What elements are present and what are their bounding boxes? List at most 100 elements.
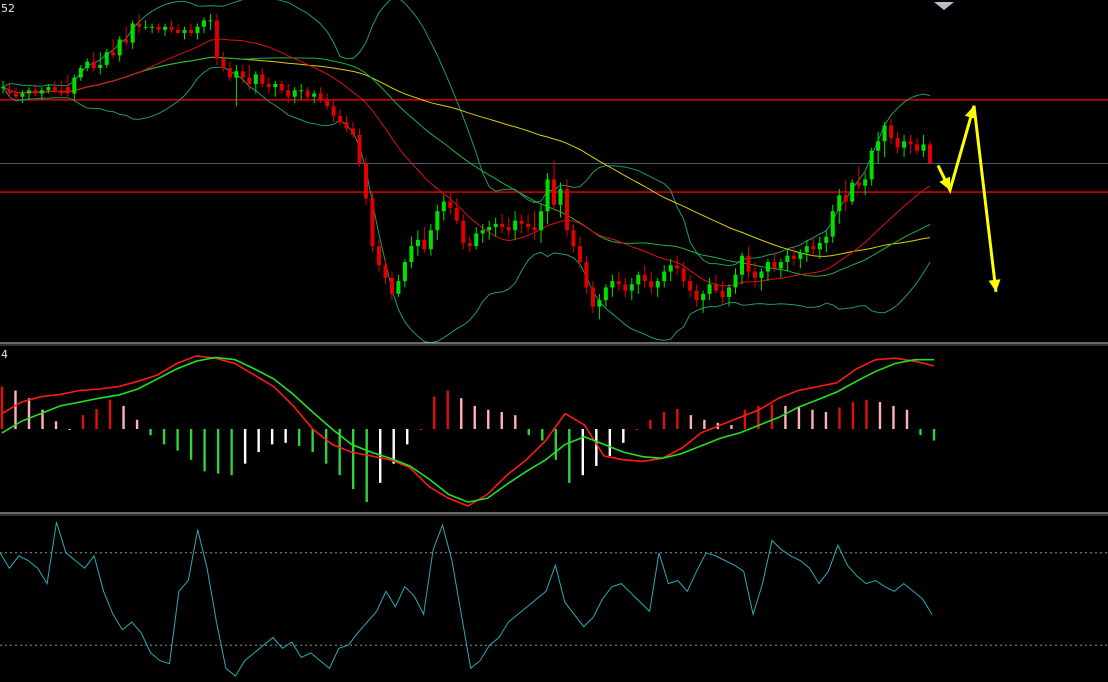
candle-body	[506, 227, 511, 231]
histogram-bar	[635, 429, 639, 430]
candle-body	[500, 223, 505, 228]
candle-body	[863, 179, 868, 186]
candle-body	[428, 230, 433, 250]
histogram-bar	[162, 429, 166, 445]
candle-body	[370, 198, 375, 247]
histogram-bar	[176, 429, 179, 451]
candle-body	[176, 29, 181, 34]
candle-body	[344, 122, 349, 129]
candle-body	[707, 284, 712, 294]
candle-body	[156, 26, 161, 30]
histogram-bar	[662, 412, 666, 429]
candle	[214, 14, 219, 65]
histogram-bar	[81, 415, 85, 429]
candle-body	[921, 144, 926, 151]
candle-body	[448, 201, 453, 208]
histogram-bar	[622, 429, 625, 443]
histogram-bar	[905, 409, 909, 429]
candle-body	[150, 26, 155, 28]
candle-body	[383, 265, 388, 278]
candle-body	[577, 246, 582, 263]
candle-body	[85, 61, 90, 69]
histogram-bar	[324, 429, 328, 464]
candle-body	[124, 39, 129, 43]
candle-body	[72, 77, 77, 94]
candle-body	[558, 188, 563, 205]
histogram-bar	[68, 429, 71, 430]
histogram-bar	[581, 429, 585, 476]
histogram-bar	[54, 421, 58, 429]
candle-body	[52, 87, 57, 91]
histogram-bar	[784, 405, 787, 429]
candle-body	[240, 71, 245, 78]
histogram-bar	[419, 429, 422, 430]
candle-body	[253, 74, 258, 84]
candle-body	[39, 90, 44, 94]
histogram-bar	[838, 407, 841, 429]
candle-body	[889, 125, 894, 139]
histogram-bar	[730, 425, 733, 429]
candle-body	[435, 211, 440, 231]
candle-body	[260, 74, 265, 84]
histogram-bar	[216, 429, 220, 474]
histogram-bar	[689, 415, 693, 429]
histogram-bar	[135, 419, 139, 429]
histogram-bar	[824, 412, 828, 429]
histogram-bar	[676, 408, 679, 429]
candle-body	[843, 195, 848, 202]
candle-body	[616, 281, 621, 285]
candle-body	[915, 144, 920, 151]
candle-body	[273, 83, 278, 88]
stock-chart	[0, 0, 1108, 682]
histogram-bar	[0, 386, 4, 429]
candle-body	[856, 182, 861, 186]
histogram-bar	[95, 408, 98, 429]
candle-body	[59, 90, 64, 94]
histogram-bar	[230, 429, 233, 476]
candle-body	[662, 271, 667, 282]
candle-body	[746, 255, 751, 272]
candle-body	[720, 290, 725, 298]
histogram-bar	[608, 429, 612, 456]
candle-body	[286, 90, 291, 97]
candle-body	[163, 26, 168, 30]
candle-body	[13, 93, 18, 97]
candle-body	[474, 233, 479, 247]
candle-body	[389, 277, 394, 294]
candle-body	[214, 20, 219, 59]
candle-body	[299, 90, 304, 92]
candle-body	[564, 188, 569, 231]
candle-body	[895, 138, 900, 148]
candle-body	[266, 83, 271, 88]
candle-body	[91, 61, 96, 69]
candle	[370, 192, 375, 253]
candle-body	[415, 239, 420, 247]
histogram-bar	[851, 402, 855, 429]
histogram-bar	[865, 399, 868, 429]
candle-body	[364, 163, 369, 199]
candle-body	[539, 211, 544, 231]
histogram-bar	[595, 429, 598, 466]
histogram-bar	[122, 405, 125, 429]
candle-body	[130, 23, 135, 43]
candle-body	[655, 281, 660, 288]
histogram-bar	[149, 429, 152, 436]
candle-body	[590, 287, 595, 307]
histogram-bar	[919, 429, 922, 436]
candle-body	[338, 115, 343, 123]
candle-body	[623, 284, 628, 291]
candle-body	[46, 87, 51, 91]
histogram-bar	[541, 429, 544, 441]
histogram-bar	[433, 396, 436, 429]
candle-body	[513, 220, 518, 231]
candle-body	[117, 39, 122, 56]
histogram-bar	[108, 399, 112, 429]
candle-body	[376, 246, 381, 266]
histogram-bar	[365, 429, 368, 503]
candle-body	[519, 220, 524, 224]
candle-body	[688, 281, 693, 291]
candle-body	[759, 271, 764, 278]
candle-body	[331, 106, 336, 116]
candle-body	[603, 287, 608, 301]
candle-body	[318, 93, 323, 100]
